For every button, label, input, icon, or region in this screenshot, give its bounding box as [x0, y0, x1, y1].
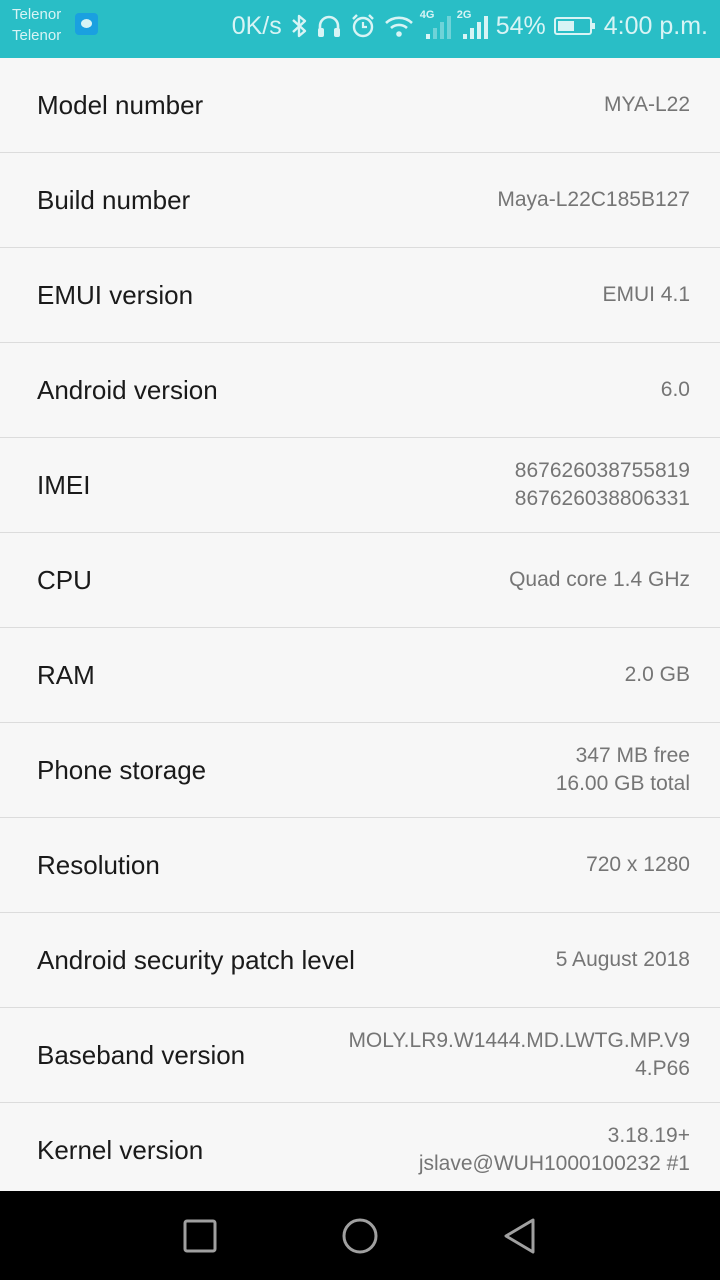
info-label: Resolution [37, 849, 160, 880]
info-value: 2.0 GB [624, 663, 690, 686]
info-label: Kernel version [37, 1134, 204, 1165]
headphones-icon [316, 13, 342, 39]
carrier-1: Telenor [12, 6, 62, 23]
info-value: MYA-L22 [604, 93, 690, 116]
info-value: 6.0 [660, 378, 690, 401]
battery-percent: 54% [495, 11, 546, 40]
info-row-kernel-version[interactable]: Kernel version 3.18.19+ jslave@WUH1000100… [0, 1103, 720, 1197]
triangle-back-icon [504, 1218, 535, 1254]
info-label: CPU [37, 564, 92, 595]
carrier-2: Telenor [12, 27, 62, 44]
circle-icon [342, 1218, 378, 1254]
info-label: EMUI version [37, 279, 194, 310]
clock: 4:00 p.m. [603, 11, 708, 40]
info-row-phone-storage[interactable]: Phone storage 347 MB free 16.00 GB total [0, 723, 720, 818]
info-value: 5 August 2018 [555, 948, 690, 971]
alarm-icon [350, 13, 376, 39]
info-value: Maya-L22C185B127 [497, 188, 690, 211]
info-value: 347 MB free 16.00 GB total [555, 744, 690, 795]
navigation-bar [0, 1191, 720, 1280]
net-speed: 0K/s [231, 11, 282, 40]
back-button[interactable] [495, 1211, 545, 1261]
battery-fill [557, 21, 574, 31]
info-label: Android version [37, 374, 218, 405]
home-button[interactable] [335, 1211, 385, 1261]
info-label: Model number [37, 89, 204, 120]
info-value: 720 x 1280 [586, 853, 690, 876]
square-icon [183, 1219, 217, 1253]
info-row-emui-version[interactable]: EMUI version EMUI 4.1 [0, 248, 720, 343]
bluetooth-icon [290, 13, 308, 39]
info-label: Build number [37, 184, 191, 215]
info-row-resolution[interactable]: Resolution 720 x 1280 [0, 818, 720, 913]
carrier-names: Telenor Telenor [12, 4, 61, 46]
info-value: Quad core 1.4 GHz [509, 568, 690, 591]
info-row-model-number[interactable]: Model number MYA-L22 [0, 58, 720, 153]
info-value: EMUI 4.1 [602, 283, 690, 306]
signal-4g-icon: 4G [420, 9, 451, 39]
info-row-baseband-version[interactable]: Baseband version MOLY.LR9.W1444.MD.LWTG.M… [0, 1008, 720, 1103]
status-bar: Telenor Telenor 0K/s 4G 2G 54% 4:00 p.m. [0, 0, 720, 58]
info-row-imei[interactable]: IMEI 867626038755819 867626038806331 [0, 438, 720, 533]
wifi-icon [384, 14, 414, 38]
info-row-cpu[interactable]: CPU Quad core 1.4 GHz [0, 533, 720, 628]
signal-2g-icon: 2G [457, 9, 488, 39]
info-row-ram[interactable]: RAM 2.0 GB [0, 628, 720, 723]
info-label: Baseband version [37, 1039, 246, 1070]
info-row-android-security-patch-level[interactable]: Android security patch level 5 August 201… [0, 913, 720, 1008]
info-value: 867626038755819 867626038806331 [514, 459, 690, 510]
info-label: Phone storage [37, 754, 207, 785]
message-notification-icon [75, 13, 98, 35]
info-value: 3.18.19+ jslave@WUH1000100232 #1 [418, 1124, 690, 1175]
info-label: RAM [37, 659, 95, 690]
info-label: IMEI [37, 469, 91, 500]
recents-button[interactable] [175, 1211, 225, 1261]
device-info-list: Model number MYA-L22 Build number Maya-L22C… [0, 58, 720, 1197]
info-row-build-number[interactable]: Build number Maya-L22C185B127 [0, 153, 720, 248]
battery-icon [553, 17, 595, 35]
info-label: Android security patch level [37, 944, 355, 975]
info-value: MOLY.LR9.W1444.MD.LWTG.MP.V9 4.P66 [348, 1029, 690, 1080]
info-row-android-version[interactable]: Android version 6.0 [0, 343, 720, 438]
status-indicators: 0K/s 4G 2G 54% 4:00 p.m. [232, 0, 708, 52]
